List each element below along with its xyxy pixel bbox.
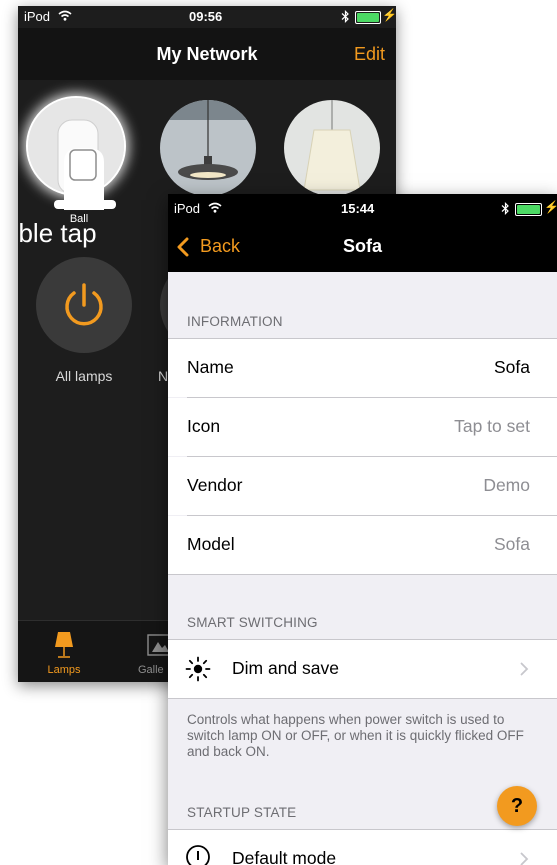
charging-icon: ⚡ [544,200,557,214]
chevron-right-icon [520,662,529,676]
divider [168,574,557,575]
info-row-value: Demo [483,475,530,495]
info-row-label: Name [187,357,234,377]
smart-switching-header: SMART SWITCHING [187,615,318,630]
info-row-icon[interactable]: Icon Tap to set [168,398,557,456]
info-row-vendor: Vendor Demo [168,457,557,515]
default-mode-row[interactable]: Default mode [168,830,557,865]
battery-icon [355,11,381,24]
tab-gallery-label: Galle [138,664,164,676]
wifi-icon [58,10,72,21]
info-row-model: Model Sofa [168,516,557,574]
info-row-label: Model [187,534,235,554]
info-row-label: Icon [187,416,221,436]
battery-icon [515,203,542,216]
charging-icon: ⚡ [382,8,396,22]
divider [168,698,557,699]
lamp-shade-tile[interactable] [284,100,380,196]
front-clock: 15:44 [341,201,375,216]
info-row-name[interactable]: Name Sofa [168,339,557,397]
information-header: INFORMATION [187,314,283,329]
default-mode-label: Default mode [232,848,337,865]
wifi-icon [208,202,222,213]
all-lamps-power-button[interactable] [36,257,132,353]
help-button[interactable]: ? [497,786,537,826]
smart-switching-footer: Controls what happens when power switch … [187,712,524,759]
chevron-right-icon [520,852,529,865]
sun-icon [185,656,211,682]
lamp-pendant-tile[interactable] [160,100,256,196]
back-nav-bar: My Network Edit [18,28,396,80]
info-circle-icon [186,845,210,865]
bluetooth-icon [341,10,349,23]
info-row-value: Sofa [494,534,530,554]
bluetooth-icon [501,202,509,215]
back-nav-title: My Network [156,44,258,64]
info-row-value: Sofa [494,357,530,377]
back-status-bar: iPod 09:56 ⚡ [18,6,396,28]
back-clock: 09:56 [189,9,223,24]
tap-hand-icon [54,148,116,210]
double-tap-hint: uble tap [18,218,97,248]
back-carrier: iPod [24,9,51,24]
dim-and-save-row[interactable]: Dim and save [168,640,557,698]
dim-and-save-label: Dim and save [232,658,339,678]
power-icon [65,283,103,326]
pendant-lamp-icon [160,100,256,196]
shade-lamp-icon [284,100,380,196]
info-row-label: Vendor [187,475,243,495]
edit-button[interactable]: Edit [354,44,385,65]
front-phone-screen: iPod 15:44 ⚡ Back Sofa INFORMATION Name … [168,194,557,865]
front-nav-title: Sofa [342,236,382,256]
tab-lamps[interactable]: Lamps [32,621,96,682]
second-power-label: N [158,368,169,384]
lamp-tab-icon [55,632,73,658]
info-row-value: Tap to set [454,416,530,436]
front-header: iPod 15:44 ⚡ Back Sofa [168,194,557,272]
all-lamps-label: All lamps [55,368,113,384]
front-carrier: iPod [174,201,201,216]
tab-lamps-label: Lamps [47,664,81,676]
startup-state-header: STARTUP STATE [187,805,297,820]
